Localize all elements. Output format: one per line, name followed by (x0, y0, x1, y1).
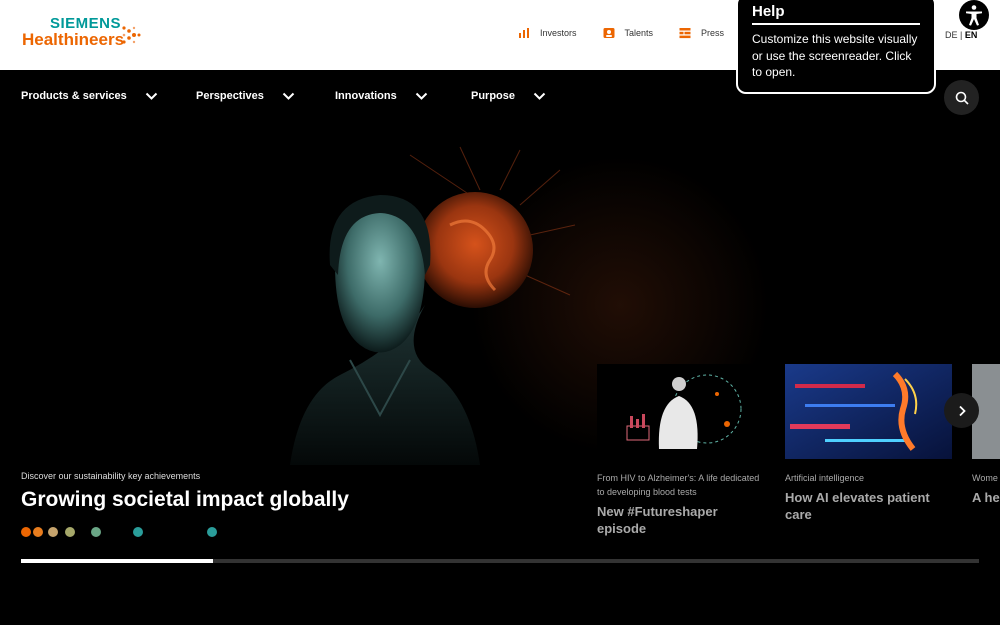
nav-label: Products & services (21, 90, 127, 102)
card-title[interactable]: How AI elevates patient care (785, 489, 955, 523)
carousel-card-futureshaper[interactable]: From HIV to Alzheimer's: A life dedicate… (597, 364, 767, 537)
carousel-progress-fill (21, 559, 213, 563)
accessibility-icon[interactable] (959, 0, 989, 30)
toplink-talents[interactable]: Talents (603, 27, 654, 39)
press-icon (679, 28, 691, 39)
logo-dots-icon (122, 26, 141, 44)
search-button[interactable] (944, 80, 979, 115)
lang-de[interactable]: DE (945, 30, 958, 40)
color-dot (21, 527, 31, 537)
chevron-down-icon (282, 92, 295, 100)
nav-purpose[interactable]: Purpose (471, 90, 546, 102)
chevron-down-icon (533, 92, 546, 100)
card-category: Wome (972, 473, 998, 483)
carousel-card-ai[interactable]: Artificial intelligence How AI elevates … (785, 364, 955, 523)
siemens-healthineers-logo[interactable]: SIEMENS Healthineers (22, 15, 141, 49)
card-thumbnail (785, 364, 952, 459)
chevron-right-icon (958, 405, 966, 416)
hero-eyebrow: Discover our sustainability key achievem… (21, 471, 201, 481)
color-dot (33, 527, 43, 537)
card-title[interactable]: A he (972, 489, 1000, 506)
hero-headline[interactable]: Growing societal impact globally (21, 488, 349, 512)
carousel-progress-bar[interactable] (21, 559, 979, 563)
card-category: Artificial intelligence (785, 473, 865, 483)
language-switch[interactable]: DE | EN (945, 30, 977, 40)
toplink-press[interactable]: Press (679, 27, 724, 39)
logo-line1: SIEMENS (50, 15, 122, 32)
carousel-next-button[interactable] (944, 393, 979, 428)
toplink-label: Press (701, 28, 725, 38)
carousel-card-partial[interactable]: Wome A he (972, 364, 1000, 506)
color-dot (133, 527, 143, 537)
card-category: From HIV to Alzheimer's: A life dedicate… (597, 473, 760, 497)
nav-innovations[interactable]: Innovations (335, 90, 428, 102)
nav-label: Innovations (335, 90, 397, 102)
card-title[interactable]: New #Futureshaper episode (597, 503, 767, 537)
card-thumbnail (597, 364, 764, 459)
help-title: Help (752, 3, 920, 25)
chart-icon (519, 28, 529, 38)
hero-image (290, 146, 576, 465)
nav-products-services[interactable]: Products & services (21, 90, 158, 102)
search-icon (955, 91, 969, 105)
nav-perspectives[interactable]: Perspectives (196, 90, 295, 102)
chevron-down-icon (145, 92, 157, 100)
toplink-label: Talents (624, 28, 654, 38)
person-icon (603, 28, 615, 38)
logo-line2: Healthineers (22, 30, 125, 49)
help-text: Customize this website visually or use t… (752, 32, 918, 79)
color-dot (65, 527, 75, 537)
toplink-investors[interactable]: Investors (518, 27, 577, 39)
color-dot (48, 527, 58, 537)
nav-label: Purpose (471, 90, 516, 102)
hero-carousel: Discover our sustainability key achievem… (0, 125, 1000, 625)
color-dot (207, 527, 217, 537)
color-dot (91, 527, 101, 537)
nav-label: Perspectives (196, 90, 264, 102)
help-tooltip[interactable]: Help Customize this website visually or … (736, 0, 936, 94)
hero-color-dots (21, 527, 241, 537)
lang-separator: | (957, 30, 965, 40)
chevron-down-icon (415, 92, 427, 100)
lang-en[interactable]: EN (965, 30, 978, 40)
toplink-label: Investors (540, 28, 577, 38)
top-links: Investors Talents Press (518, 27, 724, 39)
